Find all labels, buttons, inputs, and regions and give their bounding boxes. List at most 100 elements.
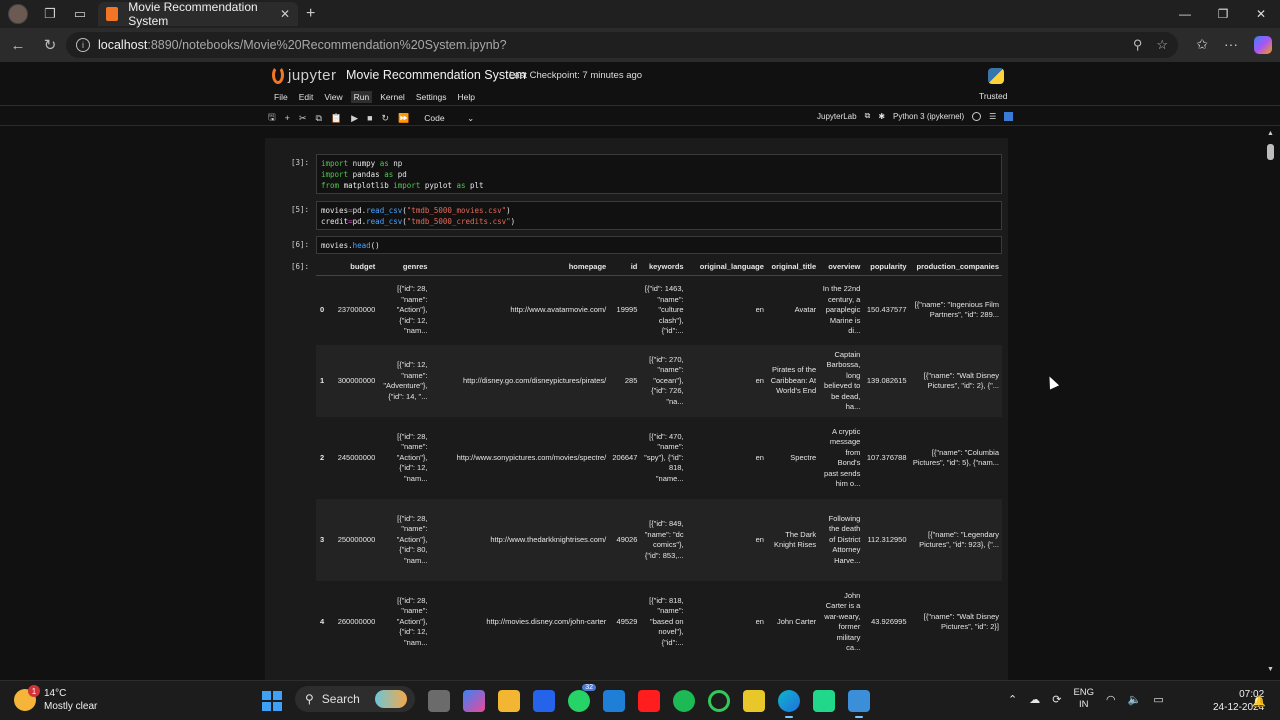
task-view-icon[interactable] — [428, 689, 450, 712]
favorite-star-icon[interactable]: ☆ — [1156, 37, 1168, 53]
code-token: import — [321, 170, 349, 179]
cell-prompt: [6]: — [290, 240, 309, 249]
copilot-app-icon[interactable] — [463, 689, 485, 712]
close-window-icon[interactable]: ✕ — [1242, 0, 1280, 28]
code-token: "tmdb_5000_movies.csv" — [406, 206, 507, 215]
windows-start-icon[interactable] — [262, 690, 282, 711]
code-token: head — [352, 241, 371, 250]
workspaces-icon[interactable]: ❐ — [42, 6, 58, 22]
table-cell: en — [686, 499, 767, 581]
wifi-icon[interactable]: ◠ — [1106, 693, 1116, 706]
jupyter-logo-text: jupyter — [288, 66, 337, 84]
table-cell: 107.376788 — [866, 452, 907, 462]
trusted-indicator[interactable]: Trusted — [979, 91, 1008, 101]
whatsapp-icon[interactable]: 32 — [568, 683, 596, 712]
search-icon: ⚲ — [305, 692, 314, 706]
property-inspector-icon[interactable] — [1004, 111, 1014, 121]
menu-file[interactable]: File — [274, 92, 288, 102]
taskbar-search[interactable]: ⚲ Search — [295, 686, 415, 712]
cell-type-select[interactable]: Code ⌄ — [424, 113, 474, 124]
table-cell: 112.312950 — [863, 499, 910, 581]
copy-icon[interactable]: ⧉ — [315, 113, 321, 124]
table-cell: http://www.sonypictures.com/movies/spect… — [456, 452, 607, 462]
url-bar[interactable]: i localhost:8890/notebooks/Movie%20Recom… — [66, 32, 1178, 58]
column-header — [316, 259, 331, 276]
scroll-up-icon[interactable]: ▲ — [1267, 130, 1274, 138]
table-cell: [{"name": "Columbia Pictures", "id": 5},… — [912, 447, 999, 468]
paste-icon[interactable]: 📋 — [331, 113, 342, 124]
sync-icon[interactable]: ⟳ — [1052, 693, 1061, 706]
table-cell: [{"id": 270, "name": "ocean"}, {"id": 72… — [640, 345, 687, 417]
microsoft-store-icon[interactable] — [533, 689, 555, 712]
code-cell-head[interactable]: movies.head() — [316, 236, 1002, 254]
notification-bell-icon[interactable]: 🔔 — [1252, 695, 1266, 708]
refresh-icon[interactable]: ↻ — [36, 36, 64, 54]
jupyter-favicon-icon — [106, 7, 119, 21]
close-tab-icon[interactable]: ✕ — [280, 7, 290, 21]
restart-icon[interactable]: ↻ — [382, 113, 390, 124]
jupyter-logo[interactable]: jupyter — [272, 66, 337, 84]
save-icon[interactable]: 🖫 — [268, 110, 276, 126]
menu-run[interactable]: Run — [350, 91, 373, 103]
menu-view[interactable]: View — [324, 92, 342, 102]
maximize-icon[interactable]: ❐ — [1204, 0, 1242, 28]
copilot-icon[interactable] — [1254, 36, 1272, 54]
browser-tab-active[interactable]: Movie Recommendation System ✕ — [98, 0, 298, 28]
toc-icon[interactable]: ☰ — [989, 112, 996, 121]
column-header: keywords — [640, 259, 687, 276]
edge-browser-icon[interactable] — [778, 689, 800, 718]
table-cell: Avatar — [794, 305, 817, 314]
row-index: 0 — [320, 305, 325, 314]
menu-edit[interactable]: Edit — [299, 92, 314, 102]
table-cell: en — [755, 616, 764, 626]
table-cell: [{"id": 818, "name": "based on novel"}, … — [649, 595, 684, 647]
scroll-thumb[interactable] — [1267, 144, 1274, 160]
code-cell-imports[interactable]: import numpy as np import pandas as pd fro… — [316, 154, 1002, 194]
favorites-icon[interactable]: ✩ — [1196, 36, 1208, 54]
table-cell: Following the death of District Attorney… — [819, 499, 864, 581]
onedrive-icon[interactable]: ☁ — [1029, 693, 1040, 706]
youtube-icon[interactable] — [638, 689, 660, 712]
more-menu-icon[interactable]: ··· — [1224, 36, 1238, 54]
tab-actions-icon[interactable]: ▭ — [72, 6, 88, 22]
refresh-app-icon[interactable] — [708, 689, 730, 712]
profile-avatar[interactable] — [8, 4, 28, 24]
tray-overflow-icon[interactable]: ⌃ — [1008, 693, 1017, 706]
cut-icon[interactable]: ✂ — [299, 113, 307, 124]
insert-cell-icon[interactable]: + — [285, 113, 290, 123]
remote-desktop-icon[interactable] — [848, 689, 870, 718]
language-indicator[interactable]: ENG IN — [1073, 687, 1094, 711]
table-cell: http://www.avatarmovie.com/ — [510, 305, 607, 314]
vscode-icon[interactable] — [603, 689, 625, 712]
code-cell-read-csv[interactable]: movies=pd.read_csv("tmdb_5000_movies.csv… — [316, 201, 1002, 230]
restart-run-all-icon[interactable]: ⏩ — [398, 113, 409, 124]
menu-settings[interactable]: Settings — [416, 92, 447, 102]
table-cell: [{"name": "Ingenious Film Partners", "id… — [914, 299, 999, 320]
power-bi-icon[interactable] — [743, 689, 765, 712]
page-scrollbar[interactable]: ▲ ▼ — [1266, 128, 1275, 676]
file-explorer-icon[interactable] — [498, 689, 520, 712]
debugger-icon[interactable]: ✱ — [878, 112, 885, 121]
run-icon[interactable]: ▶ — [351, 113, 358, 124]
scroll-down-icon[interactable]: ▼ — [1267, 666, 1274, 674]
zoom-icon[interactable]: ⚲ — [1133, 37, 1143, 53]
new-tab-icon[interactable]: + — [306, 5, 315, 23]
code-token: pandas — [348, 170, 385, 179]
battery-icon[interactable]: ▭ — [1153, 693, 1163, 706]
spotify-icon[interactable] — [673, 689, 695, 712]
jupyterlab-link[interactable]: JupyterLab — [817, 112, 857, 121]
site-info-icon[interactable]: i — [76, 38, 90, 52]
notebook-title[interactable]: Movie Recommendation System — [346, 68, 526, 82]
volume-icon[interactable]: 🔈 — [1128, 693, 1142, 706]
back-icon[interactable]: ← — [4, 37, 32, 54]
code-token: pd — [393, 170, 407, 179]
menu-kernel[interactable]: Kernel — [380, 92, 405, 102]
weather-widget[interactable]: 1 14°C Mostly clear — [14, 685, 97, 713]
menu-help[interactable]: Help — [458, 92, 475, 102]
minimize-icon[interactable]: — — [1166, 0, 1204, 28]
cell-prompt: [5]: — [290, 205, 309, 214]
kernel-name[interactable]: Python 3 (ipykernel) — [893, 112, 964, 121]
pycharm-icon[interactable] — [813, 689, 835, 712]
table-cell: 49026 — [609, 499, 641, 581]
stop-icon[interactable]: ■ — [367, 113, 372, 123]
